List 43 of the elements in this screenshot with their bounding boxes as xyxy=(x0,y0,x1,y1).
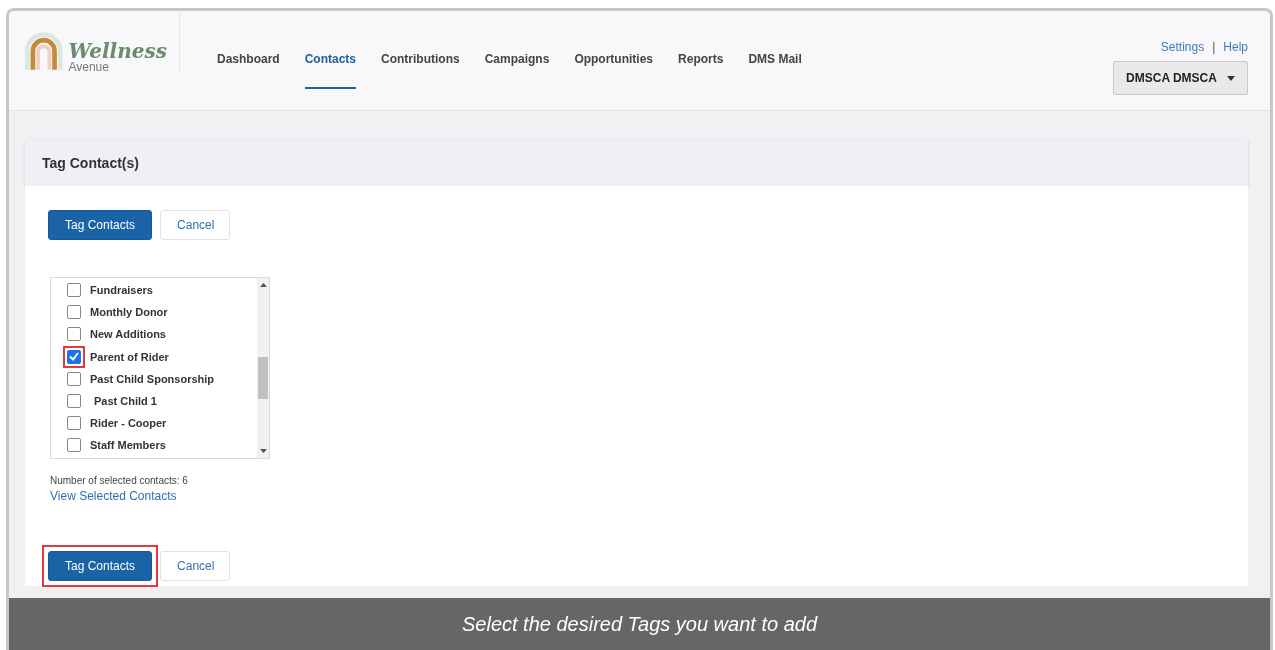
caret-icon xyxy=(1226,75,1235,81)
checkbox[interactable] xyxy=(67,394,81,409)
nav-tab[interactable]: Reports xyxy=(678,52,724,89)
rainbow-logo-icon xyxy=(23,29,65,73)
scrollbar[interactable] xyxy=(257,278,269,458)
nav-tab[interactable]: Dashboard xyxy=(217,52,280,89)
selected-count: Number of selected contacts: 6 xyxy=(50,475,188,486)
tag-label[interactable]: Rider - Cooper xyxy=(90,417,167,430)
help-link[interactable]: Help xyxy=(1223,40,1248,54)
user-menu-button[interactable]: DMSCA DMSCA xyxy=(1113,61,1248,95)
scroll-up-icon[interactable] xyxy=(259,283,267,287)
tag-label[interactable]: Staff Members xyxy=(90,439,166,452)
nav-tab[interactable]: Campaigns xyxy=(484,52,550,89)
nav-tab[interactable]: Contributions xyxy=(381,52,460,89)
checkbox[interactable] xyxy=(67,327,81,342)
tag-label[interactable]: Parent of Rider xyxy=(90,350,169,363)
tag-label[interactable]: Fundraisers xyxy=(90,284,153,297)
nav-tab[interactable]: Opportunities xyxy=(574,52,654,89)
tag-label[interactable]: New Additions xyxy=(90,328,166,341)
tag-contacts-button[interactable]: Tag Contacts xyxy=(48,210,153,240)
checkbox[interactable] xyxy=(67,371,81,386)
settings-link[interactable]: Settings xyxy=(1160,40,1205,54)
tag-label[interactable]: Past Child Sponsorship xyxy=(90,372,215,385)
brand-name: Wellness xyxy=(68,41,167,61)
checkbox[interactable] xyxy=(67,349,81,364)
cancel-button[interactable]: Cancel xyxy=(160,551,231,581)
tag-label[interactable]: Past Child 1 xyxy=(90,395,157,408)
link-separator: | xyxy=(1212,40,1216,54)
checkbox[interactable] xyxy=(67,283,81,298)
checkbox[interactable] xyxy=(67,438,81,453)
nav-tab[interactable]: DMS Mail xyxy=(748,52,802,89)
tag-contacts-button[interactable]: Tag Contacts xyxy=(48,551,153,581)
tag-label[interactable]: Monthly Donor xyxy=(90,306,168,319)
brand-subtitle: Avenue xyxy=(68,61,110,73)
checkbox[interactable] xyxy=(67,416,81,431)
caption-text: Select the desired Tags you want to add xyxy=(461,612,818,636)
cancel-button[interactable]: Cancel xyxy=(160,210,231,240)
nav-tab[interactable]: Contacts xyxy=(304,52,357,89)
checkbox[interactable] xyxy=(67,305,81,320)
scrollbar-thumb[interactable] xyxy=(258,357,268,399)
panel-title: Tag Contact(s) xyxy=(42,155,139,171)
scroll-down-icon[interactable] xyxy=(259,449,267,453)
view-selected-link[interactable]: View Selected Contacts xyxy=(50,489,177,503)
